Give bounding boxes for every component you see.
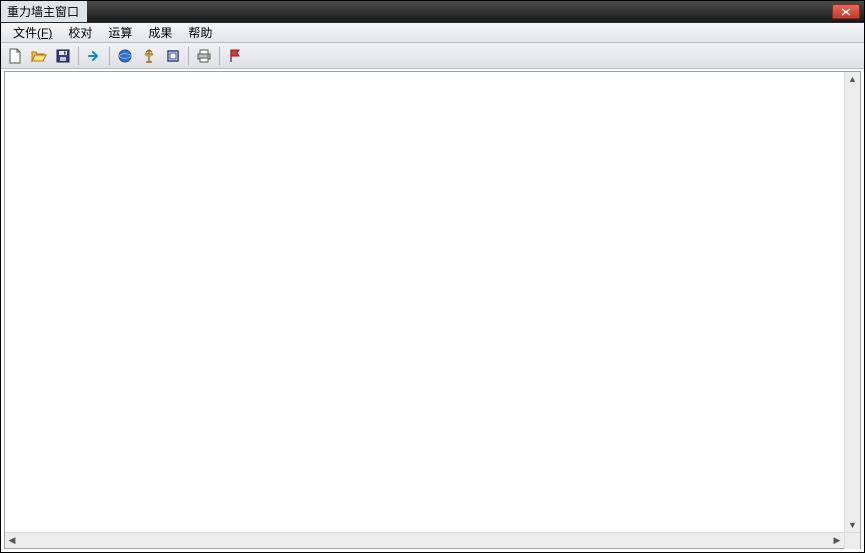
save-button[interactable] [52,45,74,67]
toolbar-separator [78,47,79,65]
main-window: 重力墙主窗口 文件(F) 校对 运算 成果 帮助 [0,0,865,553]
open-folder-icon [31,48,47,64]
go-button[interactable] [83,45,105,67]
toolbar [1,43,864,69]
print-button[interactable] [193,45,215,67]
globe-icon [117,48,133,64]
content-body: ▲ ▼ [5,72,860,532]
menu-help[interactable]: 帮助 [180,23,220,43]
section-icon [165,48,181,64]
flag-button[interactable] [224,45,246,67]
arrow-right-icon [86,48,102,64]
menu-label: 校对 [68,26,92,40]
scroll-up-icon[interactable]: ▲ [846,72,860,86]
menu-result[interactable]: 成果 [140,23,180,43]
menu-label: 运算 [108,26,132,40]
content-frame: ▲ ▼ ◀ ▶ [4,71,861,549]
toolbar-separator [219,47,220,65]
content-canvas[interactable] [5,72,844,532]
save-disk-icon [55,48,71,64]
menu-label: 成果 [148,26,172,40]
vertical-scrollbar[interactable]: ▲ ▼ [844,72,860,532]
menu-label: 帮助 [188,26,212,40]
structure-button[interactable] [138,45,160,67]
new-file-icon [7,48,23,64]
menu-accel: (F) [37,26,52,40]
scroll-left-icon[interactable]: ◀ [5,534,19,548]
printer-icon [196,48,212,64]
close-button[interactable] [832,4,860,19]
menu-check[interactable]: 校对 [60,23,100,43]
menu-calc[interactable]: 运算 [100,23,140,43]
titlebar: 重力墙主窗口 [1,1,864,23]
menubar: 文件(F) 校对 运算 成果 帮助 [1,23,864,43]
close-icon [841,8,851,16]
menu-file[interactable]: 文件(F) [5,23,60,43]
globe-button[interactable] [114,45,136,67]
scroll-corner [844,533,860,549]
scroll-right-icon[interactable]: ▶ [830,534,844,548]
new-button[interactable] [4,45,26,67]
menu-label: 文件 [13,26,37,40]
scroll-down-icon[interactable]: ▼ [846,518,860,532]
section-button[interactable] [162,45,184,67]
structure-icon [141,48,157,64]
horizontal-scrollbar[interactable]: ◀ ▶ [5,532,860,548]
flag-icon [227,48,243,64]
toolbar-separator [109,47,110,65]
window-title: 重力墙主窗口 [1,1,87,22]
open-button[interactable] [28,45,50,67]
toolbar-separator [188,47,189,65]
